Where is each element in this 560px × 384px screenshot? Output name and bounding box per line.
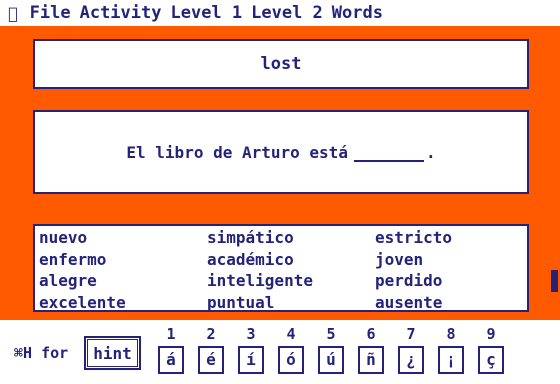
word-option[interactable]: enfermo bbox=[39, 249, 207, 271]
menu-bar:  File Activity Level 1 Level 2 Words bbox=[0, 0, 560, 26]
key-char[interactable]: ú bbox=[318, 346, 344, 374]
word-option[interactable]: ausente bbox=[375, 292, 525, 314]
key-number: 8 bbox=[446, 325, 456, 343]
key-number: 9 bbox=[486, 325, 496, 343]
word-option[interactable]: académico bbox=[207, 249, 375, 271]
menu-level-2[interactable]: Level 2 bbox=[251, 3, 323, 23]
key-char[interactable]: ç bbox=[478, 346, 504, 374]
key-char[interactable]: á bbox=[158, 346, 184, 374]
key-number: 3 bbox=[246, 325, 256, 343]
word-option[interactable]: inteligente bbox=[207, 270, 375, 292]
word-option[interactable]: perdido bbox=[375, 270, 525, 292]
answer-text: lost bbox=[260, 54, 302, 74]
key-char[interactable]: í bbox=[238, 346, 264, 374]
key-char[interactable]: ó bbox=[278, 346, 304, 374]
word-option[interactable]: alegre bbox=[39, 270, 207, 292]
accent-key-a[interactable]: 1 á bbox=[154, 320, 188, 374]
hint-button-label: hint bbox=[93, 343, 132, 363]
word-option[interactable]: simpático bbox=[207, 227, 375, 249]
menu-level-1[interactable]: Level 1 bbox=[170, 3, 242, 23]
key-char[interactable]: ñ bbox=[358, 346, 384, 374]
accent-key-inverted-question[interactable]: 7 ¿ bbox=[394, 320, 428, 374]
accent-key-inverted-exclamation[interactable]: 8 ¡ bbox=[434, 320, 468, 374]
accent-key-o[interactable]: 4 ó bbox=[274, 320, 308, 374]
key-char[interactable]: é bbox=[198, 346, 224, 374]
key-number: 6 bbox=[366, 325, 376, 343]
accent-key-c-cedilla[interactable]: 9 ç bbox=[474, 320, 508, 374]
word-option[interactable]: joven bbox=[375, 249, 525, 271]
key-char[interactable]: ¿ bbox=[398, 346, 424, 374]
sentence-text: El libro de Arturo está bbox=[126, 142, 348, 162]
word-option[interactable]: nuevo bbox=[39, 227, 207, 249]
menu-activity[interactable]: Activity bbox=[80, 3, 162, 23]
work-area: lost El libro de Arturo está . nuevo sim… bbox=[0, 26, 560, 320]
key-char[interactable]: ¡ bbox=[438, 346, 464, 374]
accent-key-e[interactable]: 2 é bbox=[194, 320, 228, 374]
word-option[interactable]: puntual bbox=[207, 292, 375, 314]
accent-key-i[interactable]: 3 í bbox=[234, 320, 268, 374]
hint-shortcut-label: ⌘H for bbox=[14, 344, 69, 362]
hint-button[interactable]: hint bbox=[84, 336, 141, 370]
word-grid: nuevo simpático estricto enfermo académi… bbox=[39, 227, 525, 313]
word-option[interactable]: estricto bbox=[375, 227, 525, 249]
sentence-period: . bbox=[425, 142, 436, 162]
key-number: 7 bbox=[406, 325, 416, 343]
app-screen:  File Activity Level 1 Level 2 Words lo… bbox=[0, 0, 560, 384]
sentence-blank[interactable] bbox=[353, 142, 424, 162]
scroll-indicator bbox=[551, 270, 558, 292]
key-number: 1 bbox=[166, 325, 176, 343]
menu-words[interactable]: Words bbox=[332, 3, 383, 23]
bottom-bar: ⌘H for hint 1 á 2 é 3 í 4 ó 5 ú 6 ñ 7 ¿ … bbox=[0, 320, 560, 384]
key-number: 4 bbox=[286, 325, 296, 343]
key-number: 2 bbox=[206, 325, 216, 343]
accent-key-n-tilde[interactable]: 6 ñ bbox=[354, 320, 388, 374]
word-option[interactable]: excelente bbox=[39, 292, 207, 314]
word-bank: nuevo simpático estricto enfermo académi… bbox=[33, 224, 529, 312]
menu-file[interactable]: File bbox=[30, 3, 71, 23]
sentence-box: El libro de Arturo está . bbox=[33, 110, 529, 194]
answer-box: lost bbox=[33, 39, 529, 89]
apple-icon[interactable]:  bbox=[8, 4, 18, 23]
accent-key-u[interactable]: 5 ú bbox=[314, 320, 348, 374]
key-number: 5 bbox=[326, 325, 336, 343]
